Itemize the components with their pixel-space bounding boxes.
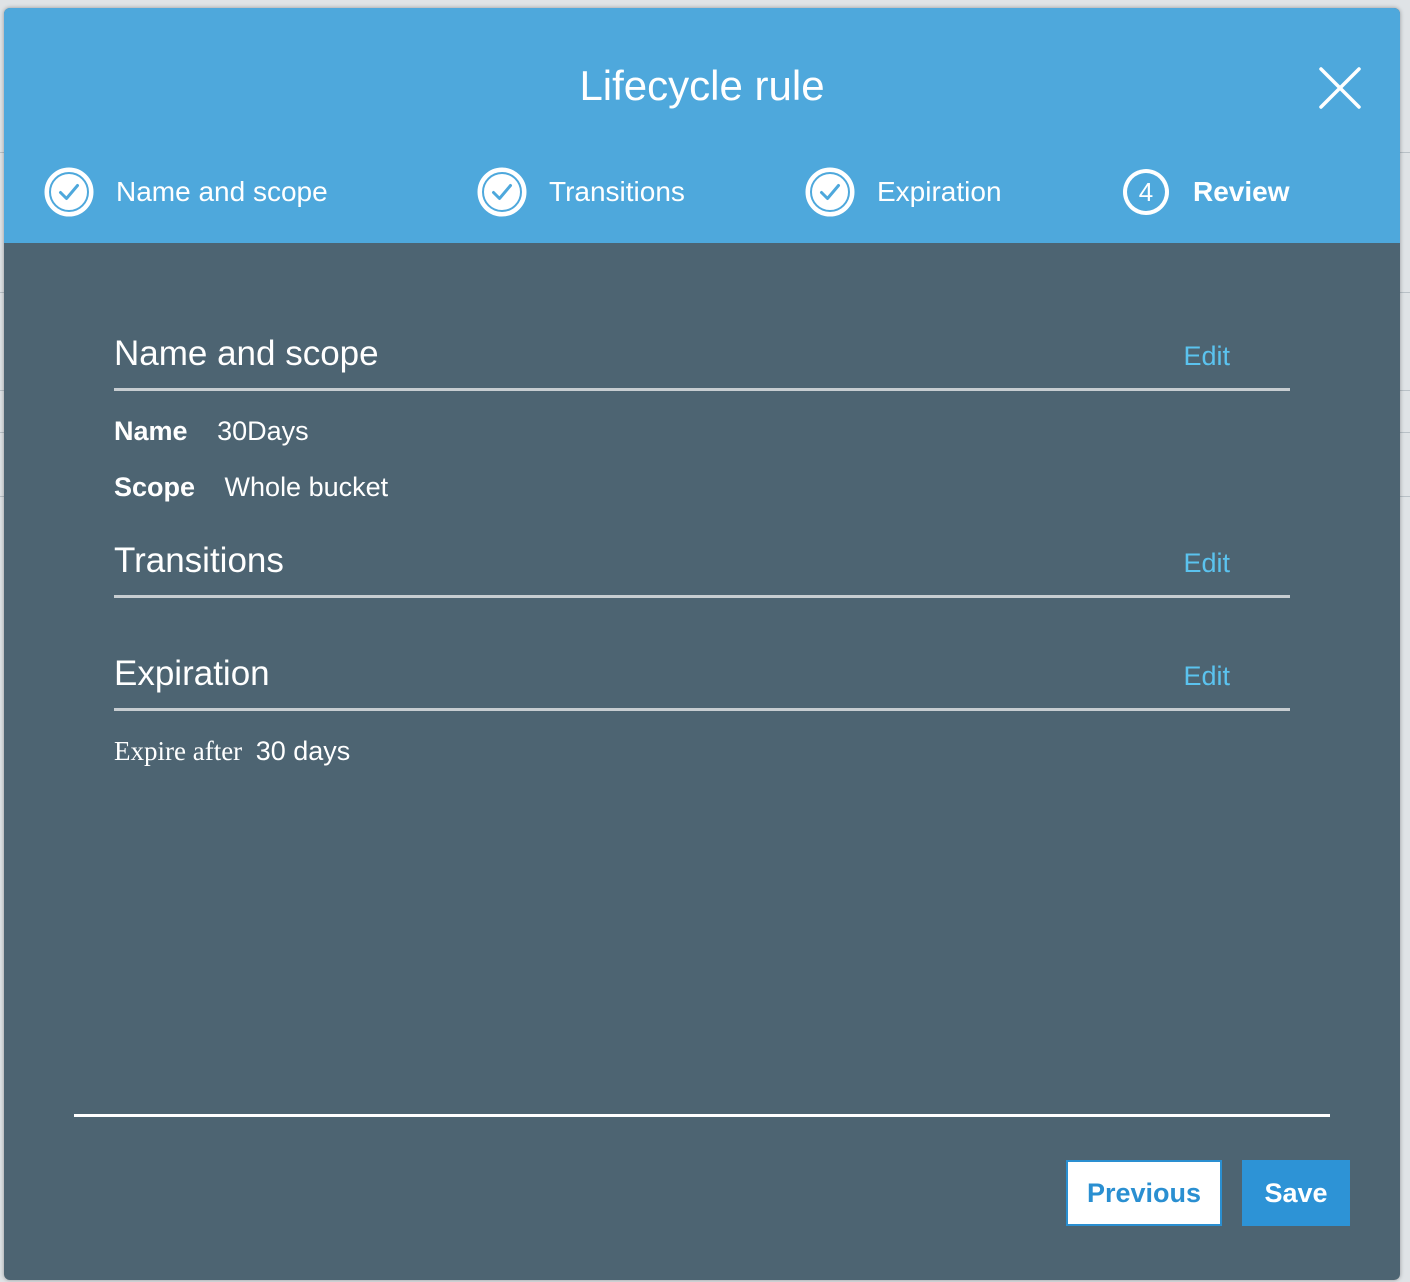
step-name-and-scope[interactable]: Name and scope bbox=[44, 162, 328, 222]
step-review[interactable]: 4 Review bbox=[1121, 162, 1290, 222]
expire-row: Expire after 30 days bbox=[114, 735, 1290, 767]
step-number: 4 bbox=[1139, 177, 1153, 207]
close-icon[interactable] bbox=[1318, 66, 1362, 110]
expire-value: 30 days bbox=[255, 736, 351, 766]
name-key: Name bbox=[114, 416, 188, 446]
section-header-name-scope: Name and scope Edit bbox=[114, 308, 1290, 391]
lifecycle-rule-modal: Lifecycle rule Name and scope Transition… bbox=[4, 8, 1400, 1280]
review-content: Name and scope Edit Name 30Days Scope Wh… bbox=[114, 308, 1290, 767]
save-button[interactable]: Save bbox=[1242, 1160, 1350, 1226]
step-label: Name and scope bbox=[116, 176, 328, 207]
step-expiration[interactable]: Expiration bbox=[805, 162, 1002, 222]
step-label: Review bbox=[1193, 176, 1290, 207]
previous-button[interactable]: Previous bbox=[1066, 1160, 1222, 1226]
numbered-circle-icon: 4 bbox=[1121, 167, 1171, 217]
modal-header: Lifecycle rule Name and scope Transition… bbox=[4, 8, 1400, 243]
modal-title: Lifecycle rule bbox=[579, 62, 825, 109]
section-title: Transitions bbox=[114, 541, 284, 580]
scope-value: Whole bucket bbox=[224, 472, 389, 502]
step-label: Expiration bbox=[877, 176, 1002, 207]
name-row: Name 30Days bbox=[114, 415, 1290, 447]
footer-divider bbox=[74, 1114, 1330, 1117]
check-circle-icon bbox=[44, 167, 94, 217]
edit-expiration-link[interactable]: Edit bbox=[1183, 661, 1230, 692]
check-circle-icon bbox=[477, 167, 527, 217]
edit-name-scope-link[interactable]: Edit bbox=[1183, 341, 1230, 372]
check-circle-icon bbox=[805, 167, 855, 217]
scope-key: Scope bbox=[114, 472, 196, 502]
scope-row: Scope Whole bucket bbox=[114, 471, 1290, 503]
step-transitions[interactable]: Transitions bbox=[477, 162, 685, 222]
edit-transitions-link[interactable]: Edit bbox=[1183, 548, 1230, 579]
step-label: Transitions bbox=[549, 176, 685, 207]
expire-prefix: Expire after bbox=[114, 736, 243, 766]
section-header-transitions: Transitions Edit bbox=[114, 515, 1290, 598]
section-title: Name and scope bbox=[114, 334, 379, 373]
wizard-steps: Name and scope Transitions Expiration 4 … bbox=[4, 162, 1400, 222]
name-value: 30Days bbox=[217, 416, 309, 446]
section-header-expiration: Expiration Edit bbox=[114, 628, 1290, 711]
section-title: Expiration bbox=[114, 654, 270, 693]
